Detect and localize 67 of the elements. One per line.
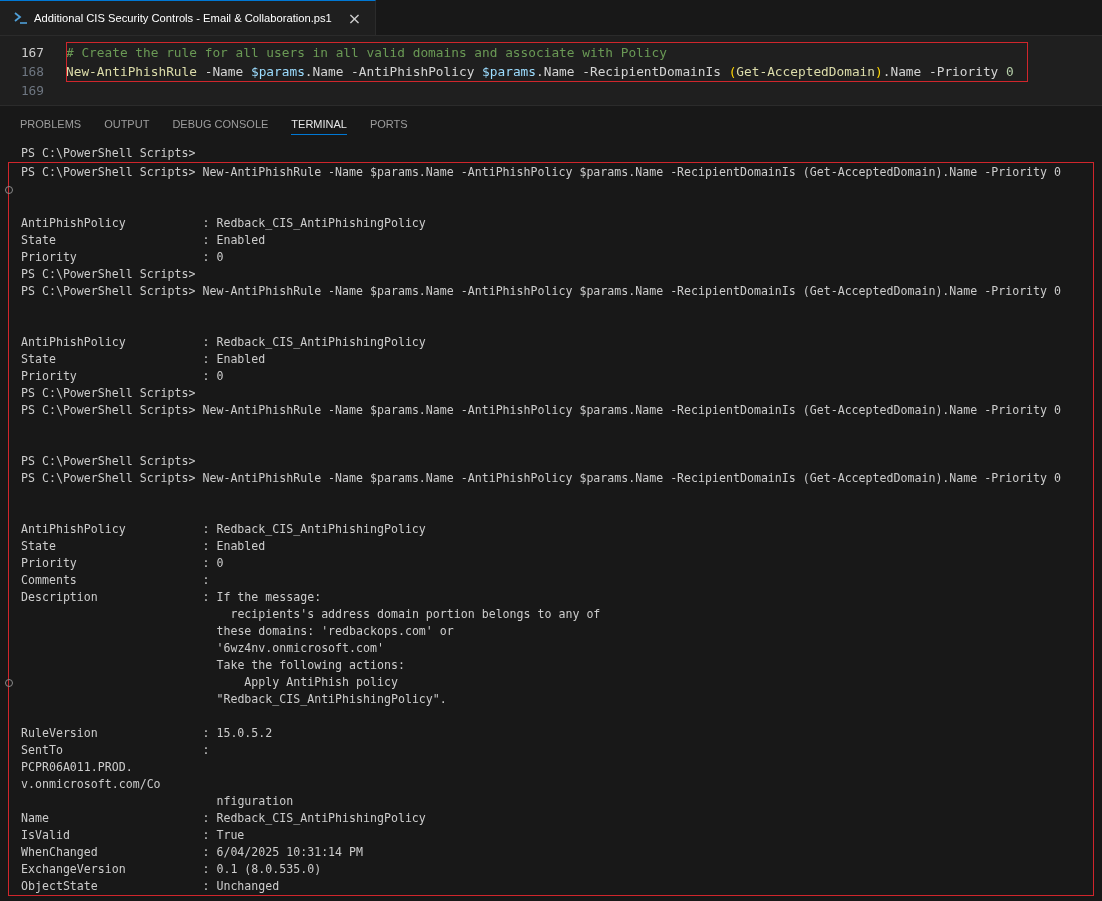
property-name: Comments xyxy=(21,572,78,589)
property-value: : Enabled xyxy=(202,233,266,247)
terminal-text: "Redback_CIS_AntiPhishingPolicy". xyxy=(216,692,447,706)
property-value: : Redback_CIS_AntiPhishingPolicy xyxy=(202,522,426,536)
terminal-text: PS C:\PowerShell Scripts> xyxy=(21,267,196,281)
tab-title: Additional CIS Security Controls - Email & Collaboration.ps1 xyxy=(34,12,332,24)
terminal-text: recipients's address domain portion belongs to any of xyxy=(229,607,601,621)
code-line: New-AntiPhishRule -Name $params.Name -AntiPhishPolicy $params.Name -RecipientDomainIs (Get-AcceptedDomain).Name -Priority 0 xyxy=(66,64,1014,79)
terminal-text: PCPR06A011.PROD. xyxy=(21,760,133,774)
terminal-text: Take the following actions: xyxy=(216,658,405,672)
property-name: RuleVersion xyxy=(21,725,99,742)
terminal-prompt-icon xyxy=(14,12,28,24)
panel-tab[interactable]: DEBUG CONSOLE xyxy=(172,111,269,135)
property-value: : Enabled xyxy=(202,352,266,366)
property-name: AntiPhishPolicy xyxy=(21,521,127,538)
terminal-text: Apply AntiPhish policy xyxy=(243,675,398,689)
property-value: : Unchanged xyxy=(202,879,280,893)
property-value: : Redback_CIS_AntiPhishingPolicy xyxy=(202,216,426,230)
property-value: : xyxy=(202,743,210,757)
property-name: Priority xyxy=(21,368,78,385)
property-value: : Redback_CIS_AntiPhishingPolicy xyxy=(202,335,426,349)
property-name: State xyxy=(21,538,57,555)
property-name: State xyxy=(21,351,57,368)
property-name: AntiPhishPolicy xyxy=(21,334,127,351)
property-value: : True xyxy=(202,828,245,842)
property-value: : xyxy=(202,573,210,587)
panel-tab[interactable]: PROBLEMS xyxy=(20,111,82,135)
property-name: Priority xyxy=(21,249,78,266)
property-name: SentTo xyxy=(21,742,64,759)
terminal-text: PS C:\PowerShell Scripts> xyxy=(21,146,196,160)
line-number: 167 xyxy=(19,45,45,60)
line-number: 168 xyxy=(19,64,45,79)
panel-tab[interactable]: PORTS xyxy=(369,111,408,135)
property-name: Priority xyxy=(21,555,78,572)
property-name: Description xyxy=(21,589,99,606)
close-button[interactable]: × xyxy=(343,8,366,28)
property-name: ExchangeVersion xyxy=(21,861,127,878)
property-value: : Enabled xyxy=(202,539,266,553)
property-value: : 0 xyxy=(202,556,224,570)
property-value: : 6/04/2025 10:31:14 PM xyxy=(202,845,363,859)
property-value: : 0 xyxy=(202,250,224,264)
terminal-text: v.onmicrosoft.com/Co xyxy=(21,777,161,791)
code-line: # Create the rule for all users in all valid domains and associate with Policy xyxy=(66,45,667,60)
property-name: IsValid xyxy=(21,827,71,844)
property-value: : If the message: xyxy=(202,590,322,604)
property-value: : 0.1 (8.0.535.0) xyxy=(202,862,322,876)
terminal-text: nfiguration xyxy=(216,794,294,808)
terminal-text: '6wz4nv.onmicrosoft.com' xyxy=(216,641,384,655)
property-name: Name xyxy=(21,810,50,827)
terminal-text: PS C:\PowerShell Scripts> xyxy=(21,454,196,468)
terminal-text: PS C:\PowerShell Scripts> New-AntiPhishRule -Name $params.Name -AntiPhishPolicy $params.Name -RecipientDomainIs (Get-AcceptedDomain).Name -Priority 0 xyxy=(21,165,1062,179)
property-name: WhenChanged xyxy=(21,844,99,861)
property-name: State xyxy=(21,232,57,249)
panel-tab[interactable]: TERMINAL xyxy=(291,111,347,135)
terminal-text: PS C:\PowerShell Scripts> New-AntiPhishRule -Name $params.Name -AntiPhishPolicy $params.Name -RecipientDomainIs (Get-AcceptedDomain).Name -Priority 0 xyxy=(21,471,1062,485)
terminal-text: PS C:\PowerShell Scripts> xyxy=(21,386,196,400)
editor-tab[interactable]: Additional CIS Security Controls - Email & Collaboration.ps1 × xyxy=(0,0,377,35)
property-value: : 0 xyxy=(202,369,224,383)
terminal-text: PS C:\PowerShell Scripts> New-AntiPhishRule -Name $params.Name -AntiPhishPolicy $params.Name -RecipientDomainIs (Get-AcceptedDomain).Name -Priority 0 xyxy=(21,284,1062,298)
terminal-text: PS C:\PowerShell Scripts> New-AntiPhishRule -Name $params.Name -AntiPhishPolicy $params.Name -RecipientDomainIs (Get-AcceptedDomain).Name -Priority 0 xyxy=(21,403,1062,417)
line-number: 169 xyxy=(19,83,45,98)
property-value: : Redback_CIS_AntiPhishingPolicy xyxy=(202,811,426,825)
panel-tab[interactable]: OUTPUT xyxy=(104,111,150,135)
property-name: ObjectState xyxy=(21,878,99,895)
property-value: : 15.0.5.2 xyxy=(202,726,273,740)
property-name: AntiPhishPolicy xyxy=(21,215,127,232)
terminal-text: these domains: 'redbackops.com' or xyxy=(216,624,454,638)
